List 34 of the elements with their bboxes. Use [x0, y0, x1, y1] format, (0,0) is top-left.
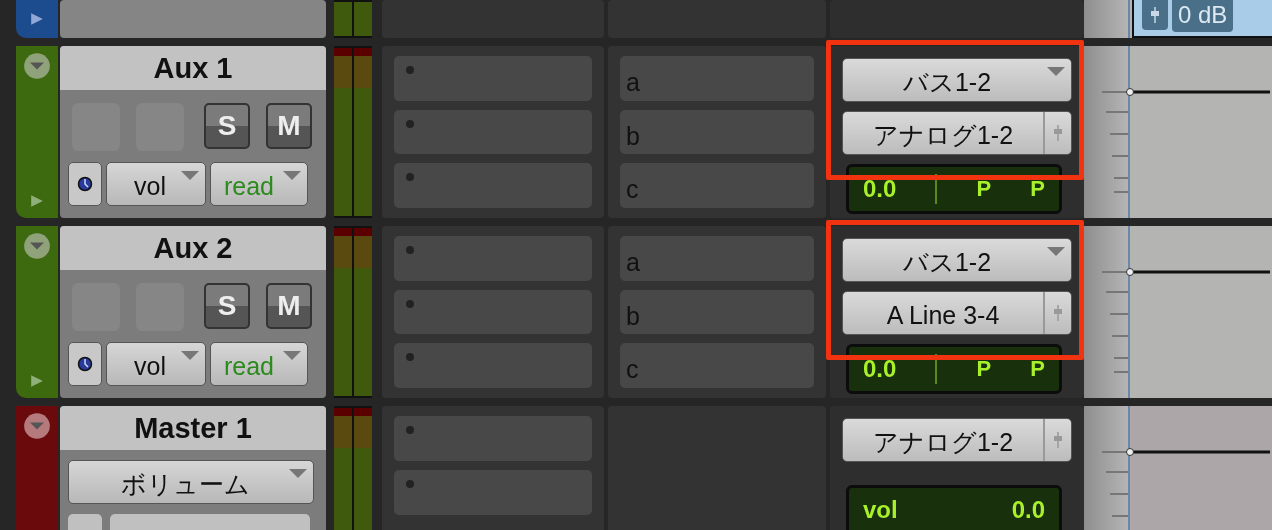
solo-button[interactable]: S — [204, 103, 250, 149]
insert-slot[interactable] — [394, 289, 592, 335]
view-dropdown[interactable]: ボリューム — [68, 460, 314, 504]
clock-icon — [77, 356, 93, 372]
volume-automation-line[interactable] — [1126, 86, 1270, 98]
solo-button[interactable]: S — [204, 283, 250, 329]
collapse-icon[interactable] — [23, 232, 51, 260]
view-dropdown[interactable]: vol — [106, 162, 206, 206]
mute-button[interactable]: M — [266, 103, 312, 149]
level-meter — [334, 0, 372, 38]
play-icon[interactable] — [30, 374, 44, 388]
collapse-icon[interactable] — [23, 52, 51, 80]
mute-button[interactable]: M — [266, 283, 312, 329]
output-dropdown[interactable]: バス1-2 — [842, 58, 1072, 102]
track-name[interactable]: Master 1 — [60, 406, 326, 450]
insert-slot[interactable] — [394, 109, 592, 155]
volume-automation-line[interactable] — [1126, 446, 1270, 458]
output-dropdown[interactable]: バス1-2 — [842, 238, 1072, 282]
timebase-button[interactable] — [68, 342, 102, 386]
collapse-icon[interactable] — [23, 412, 51, 440]
track-name[interactable]: Aux 1 — [60, 46, 326, 90]
volume-display[interactable]: vol 0.0 — [846, 485, 1062, 530]
volume-display[interactable]: 0.0 P P — [846, 344, 1062, 394]
track-name[interactable]: Aux 2 — [60, 226, 326, 270]
timebase-button[interactable] — [68, 162, 102, 206]
volume-automation-line[interactable] — [1126, 266, 1270, 278]
play-icon[interactable] — [30, 12, 44, 26]
view-dropdown[interactable]: vol — [106, 342, 206, 386]
volume-ruler — [1084, 0, 1130, 38]
clock-icon — [77, 176, 93, 192]
fader-icon[interactable] — [1142, 0, 1168, 30]
volume-display[interactable]: 0.0 P P — [846, 164, 1062, 214]
play-icon[interactable] — [30, 194, 44, 208]
gain-label: 0 dB — [1172, 0, 1234, 32]
